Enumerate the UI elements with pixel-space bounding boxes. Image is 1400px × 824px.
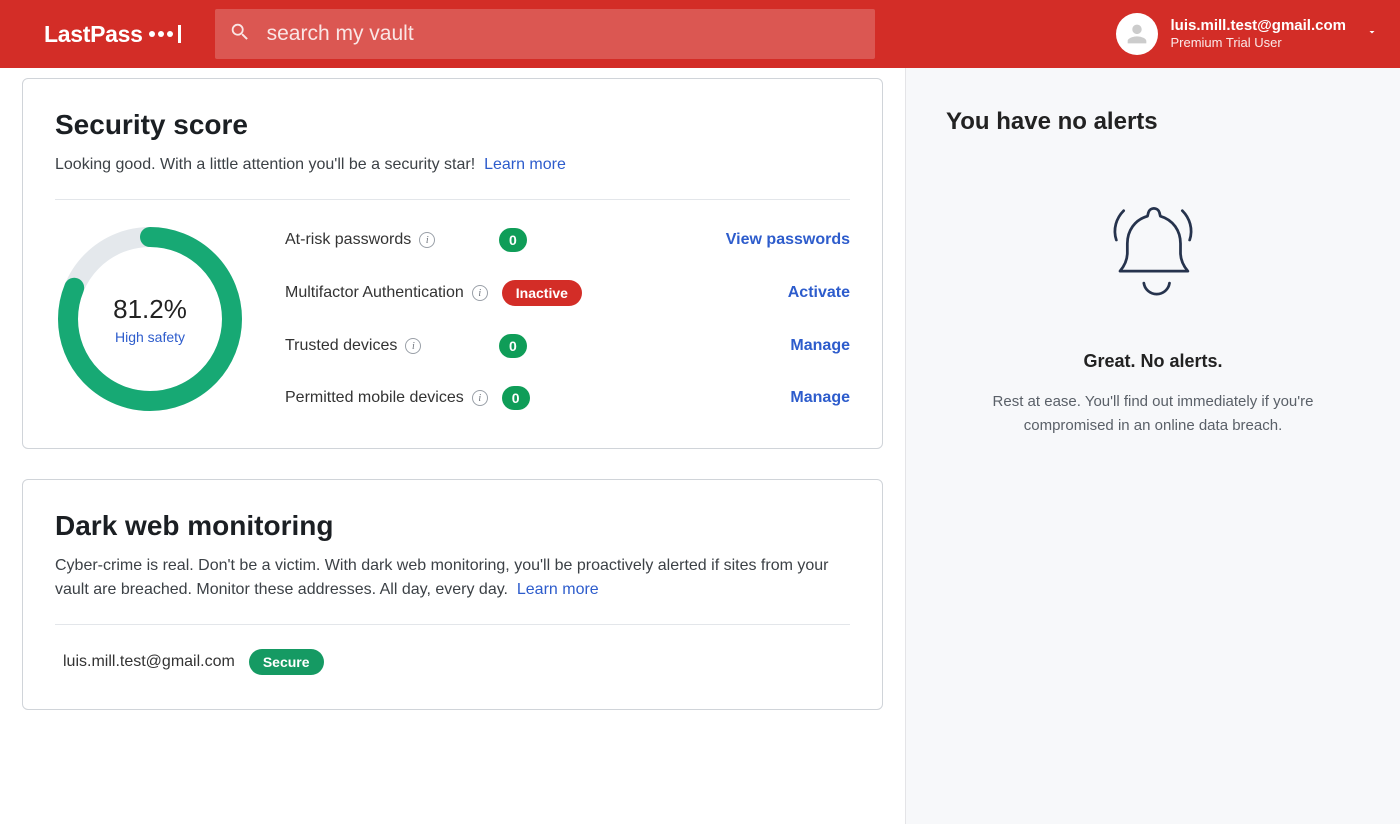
score-percent: 81.2% bbox=[113, 294, 187, 325]
bell-icon bbox=[1098, 196, 1208, 311]
info-icon[interactable]: i bbox=[405, 338, 421, 354]
main-content[interactable]: Security score Looking good. With a litt… bbox=[0, 68, 905, 824]
logo-text: LastPass bbox=[44, 21, 143, 48]
search-box[interactable] bbox=[215, 9, 875, 59]
manage-trusted-link[interactable]: Manage bbox=[790, 337, 850, 355]
metric-value: 0 bbox=[502, 386, 530, 410]
user-text: luis.mill.test@gmail.com Premium Trial U… bbox=[1170, 17, 1346, 52]
alerts-title: You have no alerts bbox=[946, 108, 1360, 136]
security-subtitle: Looking good. With a little attention yo… bbox=[55, 153, 850, 177]
security-learn-more-link[interactable]: Learn more bbox=[484, 156, 566, 173]
logo[interactable]: LastPass bbox=[44, 21, 181, 48]
monitored-email-row: luis.mill.test@gmail.com Secure bbox=[55, 649, 850, 675]
metric-at-risk: At-risk passwordsi 0 View passwords bbox=[285, 228, 850, 252]
metric-trusted: Trusted devicesi 0 Manage bbox=[285, 334, 850, 358]
user-plan: Premium Trial User bbox=[1170, 35, 1346, 51]
metric-value: 0 bbox=[499, 228, 527, 252]
search-input[interactable] bbox=[267, 22, 861, 46]
divider bbox=[55, 199, 850, 200]
security-title: Security score bbox=[55, 109, 850, 141]
avatar-icon bbox=[1116, 13, 1158, 55]
app-header: LastPass luis.mill.test@gmail.com Premiu… bbox=[0, 0, 1400, 68]
manage-mobile-link[interactable]: Manage bbox=[790, 389, 850, 407]
metrics-list: At-risk passwordsi 0 View passwords Mult… bbox=[285, 228, 850, 410]
info-icon[interactable]: i bbox=[419, 232, 435, 248]
chevron-down-icon bbox=[1366, 25, 1378, 43]
metric-value: 0 bbox=[499, 334, 527, 358]
divider bbox=[55, 624, 850, 625]
info-icon[interactable]: i bbox=[472, 390, 488, 406]
metric-mobile: Permitted mobile devicesi 0 Manage bbox=[285, 386, 850, 410]
monitored-email: luis.mill.test@gmail.com bbox=[63, 653, 235, 671]
search-icon bbox=[229, 21, 251, 48]
metric-value: Inactive bbox=[502, 280, 582, 306]
score-label: High safety bbox=[115, 329, 185, 345]
logo-dots-icon bbox=[149, 25, 181, 43]
info-icon[interactable]: i bbox=[472, 285, 488, 301]
darkweb-title: Dark web monitoring bbox=[55, 510, 850, 542]
alerts-panel: You have no alerts Great. No alerts. Res… bbox=[905, 68, 1400, 824]
darkweb-subtitle: Cyber-crime is real. Don't be a victim. … bbox=[55, 554, 850, 602]
darkweb-card: Dark web monitoring Cyber-crime is real.… bbox=[22, 479, 883, 710]
activate-link[interactable]: Activate bbox=[788, 284, 850, 302]
user-menu[interactable]: luis.mill.test@gmail.com Premium Trial U… bbox=[1116, 13, 1378, 55]
darkweb-learn-more-link[interactable]: Learn more bbox=[517, 581, 599, 598]
no-alerts-body: Rest at ease. You'll find out immediatel… bbox=[953, 390, 1353, 438]
user-email: luis.mill.test@gmail.com bbox=[1170, 17, 1346, 36]
view-passwords-link[interactable]: View passwords bbox=[726, 231, 850, 249]
score-donut: 81.2% High safety bbox=[55, 224, 245, 414]
no-alerts-heading: Great. No alerts. bbox=[1083, 351, 1222, 372]
email-status-badge: Secure bbox=[249, 649, 324, 675]
metric-mfa: Multifactor Authenticationi Inactive Act… bbox=[285, 280, 850, 306]
security-score-card: Security score Looking good. With a litt… bbox=[22, 78, 883, 449]
